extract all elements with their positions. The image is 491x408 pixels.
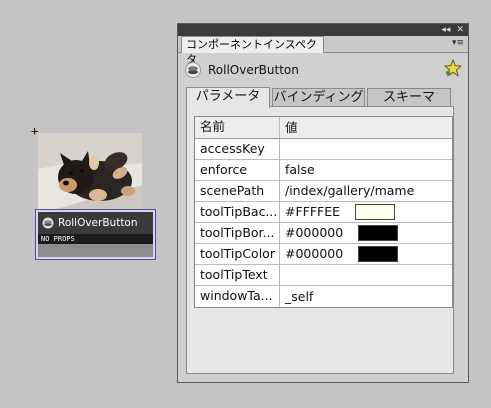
parameter-name: accessKey	[195, 139, 280, 159]
parameter-value[interactable]	[280, 139, 452, 159]
parameter-value[interactable]: #000000	[280, 244, 452, 264]
parameter-name: toolTipText	[195, 265, 280, 285]
close-panel-icon[interactable]: ✕	[456, 25, 464, 35]
component-name: RollOverButton	[208, 63, 299, 77]
component-inspector-panel: ◂◂ ✕ コンポーネントインスペクタ ▾≡ RollOverButton パラメ…	[177, 23, 469, 383]
parameter-name: enforce	[195, 160, 280, 180]
parameter-value[interactable]	[280, 265, 452, 285]
color-swatch[interactable]	[355, 204, 396, 220]
component-label: RollOverButton	[58, 217, 138, 229]
parameters-pane: 名前 値 accessKey enforce false scenePath/inde…	[186, 106, 454, 374]
parameter-value[interactable]: false	[280, 160, 452, 180]
puppy-photo	[38, 133, 142, 209]
parameter-row[interactable]: toolTipBac... #FFFFEE	[195, 202, 452, 223]
parameter-row[interactable]: toolTipBor... #000000	[195, 223, 452, 244]
parameters-grid: 名前 値 accessKey enforce false scenePath/inde…	[194, 116, 453, 308]
parameter-value-text[interactable]: /index/gallery/mame	[285, 181, 414, 201]
component-icon	[185, 62, 201, 78]
parameter-name: scenePath	[195, 181, 280, 201]
name-column-header[interactable]: 名前	[195, 117, 280, 138]
panel-title-bar[interactable]: ◂◂ ✕	[178, 24, 468, 36]
parameter-value[interactable]: #000000	[280, 223, 452, 243]
component-instance[interactable]: RollOverButton NO PROPS	[35, 209, 156, 260]
parameter-row[interactable]: windowTa... _self	[195, 286, 452, 307]
parameter-value[interactable]: _self	[280, 286, 452, 307]
inspector-sub-tabs: パラメータ バインディング スキーマ	[186, 87, 451, 108]
parameter-row[interactable]: toolTipColor #000000	[195, 244, 452, 265]
tab-parameters[interactable]: パラメータ	[186, 87, 270, 108]
parameter-value-text[interactable]: _self	[285, 287, 313, 307]
parameter-value-text[interactable]: false	[285, 160, 315, 180]
parameter-row[interactable]: accessKey	[195, 139, 452, 160]
component-thumbnail[interactable]	[38, 133, 142, 209]
grid-header-row: 名前 値	[195, 117, 452, 139]
parameter-name: toolTipColor	[195, 244, 280, 264]
parameter-name: toolTipBac...	[195, 202, 280, 222]
parameter-value-text[interactable]: #FFFFEE	[285, 202, 340, 222]
parameter-row[interactable]: enforce false	[195, 160, 452, 181]
component-label-bar: RollOverButton	[38, 212, 153, 234]
live-preview-star-icon[interactable]	[444, 59, 462, 77]
tab-bindings[interactable]: バインディング	[272, 88, 365, 107]
component-sublabel: NO PROPS	[38, 234, 153, 244]
collapse-panel-icon[interactable]: ◂◂	[441, 25, 450, 35]
parameter-value[interactable]: /index/gallery/mame	[280, 181, 452, 201]
panel-tab-bar: コンポーネントインスペクタ ▾≡	[178, 36, 468, 66]
parameter-value[interactable]: #FFFFEE	[280, 202, 452, 222]
tab-schema[interactable]: スキーマ	[367, 88, 451, 107]
value-column-header[interactable]: 値	[280, 117, 452, 138]
panel-menu-icon[interactable]: ▾≡	[452, 38, 464, 48]
parameter-row[interactable]: toolTipText	[195, 265, 452, 286]
parameter-row[interactable]: scenePath/index/gallery/mame	[195, 181, 452, 202]
component-icon	[42, 217, 54, 229]
parameter-value-text[interactable]: #000000	[285, 223, 343, 243]
parameter-name: windowTa...	[195, 286, 280, 307]
tab-component-inspector[interactable]: コンポーネントインスペクタ	[181, 36, 324, 66]
component-body	[38, 244, 153, 257]
inspector-header: RollOverButton	[185, 59, 462, 81]
color-swatch[interactable]	[358, 246, 399, 262]
color-swatch[interactable]	[358, 225, 399, 241]
parameter-name: toolTipBor...	[195, 223, 280, 243]
parameter-value-text[interactable]: #000000	[285, 244, 343, 264]
